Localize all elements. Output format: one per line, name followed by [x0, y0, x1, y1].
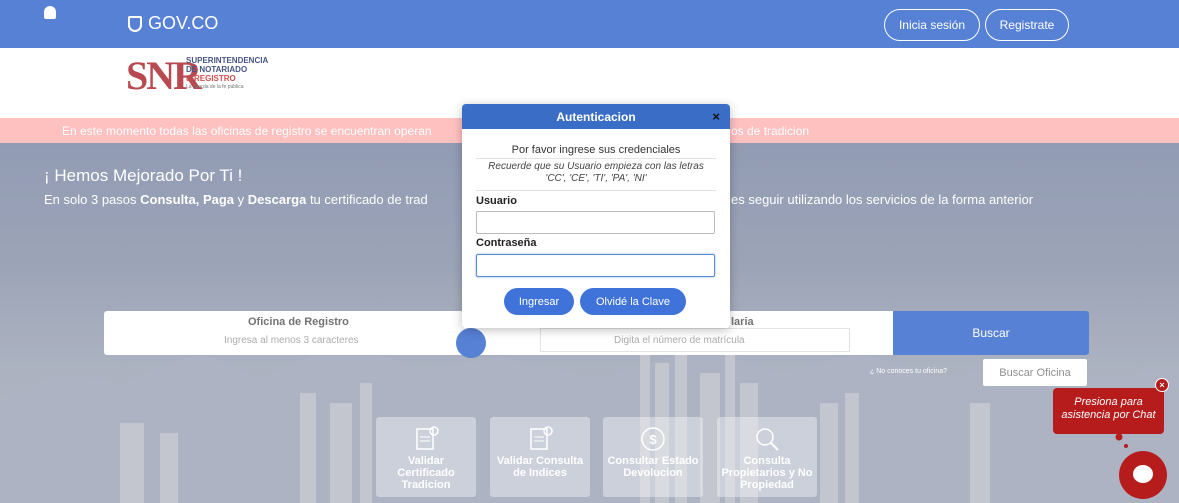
- modal-header: Autenticacion ×: [462, 104, 730, 129]
- user-input[interactable]: [476, 211, 715, 234]
- auth-modal: Autenticacion × Por favor ingrese sus cr…: [462, 104, 730, 328]
- modal-divider: [476, 158, 716, 159]
- modal-title: Autenticacion: [556, 109, 636, 124]
- close-icon[interactable]: ×: [712, 109, 720, 124]
- chat-close-icon[interactable]: ×: [1155, 378, 1169, 392]
- chat-prompt-bubble[interactable]: Presiona para asistencia por Chat: [1053, 388, 1164, 434]
- password-input[interactable]: [476, 254, 715, 277]
- password-label: Contraseña: [476, 237, 537, 249]
- modal-note: Recuerde que su Usuario empieza con las …: [488, 161, 704, 184]
- login-submit-button[interactable]: Ingresar: [504, 288, 574, 315]
- user-label: Usuario: [476, 195, 517, 207]
- forgot-password-button[interactable]: Olvidé la Clave: [580, 288, 686, 315]
- chat-bubble-icon: [1133, 465, 1153, 483]
- chat-dots-icon: [1115, 433, 1128, 448]
- modal-prompt: Por favor ingrese sus credenciales: [511, 144, 681, 156]
- chat-launcher-button[interactable]: [1119, 451, 1167, 499]
- modal-divider: [476, 190, 716, 191]
